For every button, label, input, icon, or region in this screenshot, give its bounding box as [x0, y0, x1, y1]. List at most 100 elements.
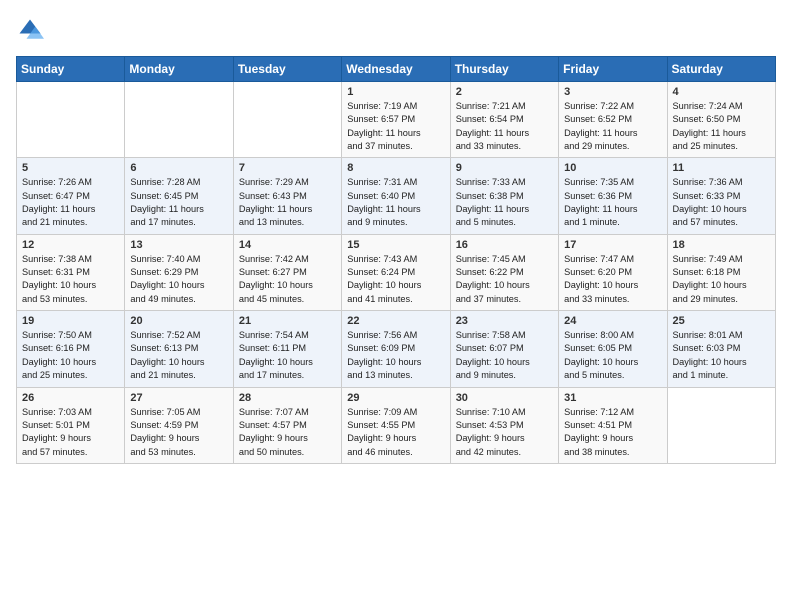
- day-number: 4: [673, 86, 770, 98]
- day-info: Sunrise: 7:19 AM Sunset: 6:57 PM Dayligh…: [347, 100, 444, 153]
- day-info: Sunrise: 7:26 AM Sunset: 6:47 PM Dayligh…: [22, 176, 119, 229]
- day-cell: 31 Sunrise: 7:12 AM Sunset: 4:51 PM Dayli…: [559, 387, 667, 463]
- weekday-header-wednesday: Wednesday: [342, 57, 450, 82]
- day-info: Sunrise: 7:35 AM Sunset: 6:36 PM Dayligh…: [564, 176, 661, 229]
- day-number: 11: [673, 162, 770, 174]
- day-info: Sunrise: 7:03 AM Sunset: 5:01 PM Dayligh…: [22, 406, 119, 459]
- day-info: Sunrise: 7:09 AM Sunset: 4:55 PM Dayligh…: [347, 406, 444, 459]
- day-cell: 23Sunrise: 7:58 AM Sunset: 6:07 PM Dayli…: [450, 311, 558, 387]
- day-info: Sunrise: 7:43 AM Sunset: 6:24 PM Dayligh…: [347, 253, 444, 306]
- day-cell: 6 Sunrise: 7:28 AM Sunset: 6:45 PM Daylig…: [125, 158, 233, 234]
- week-row-3: 12 Sunrise: 7:38 AM Sunset: 6:31 PM Dayli…: [17, 234, 776, 310]
- day-cell: 1 Sunrise: 7:19 AM Sunset: 6:57 PM Daylig…: [342, 82, 450, 158]
- day-number: 1: [347, 86, 444, 98]
- weekday-header-monday: Monday: [125, 57, 233, 82]
- day-cell: 20 Sunrise: 7:52 AM Sunset: 6:13 PM Dayli…: [125, 311, 233, 387]
- day-info: Sunrise: 7:42 AM Sunset: 6:27 PM Dayligh…: [239, 253, 336, 306]
- calendar-table: SundayMondayTuesdayWednesdayThursdayFrid…: [16, 56, 776, 464]
- day-cell: [17, 82, 125, 158]
- day-cell: 3 Sunrise: 7:22 AM Sunset: 6:52 PM Daylig…: [559, 82, 667, 158]
- day-cell: 8 Sunrise: 7:31 AM Sunset: 6:40 PM Daylig…: [342, 158, 450, 234]
- page-header: [16, 16, 776, 44]
- day-info: Sunrise: 7:33 AM Sunset: 6:38 PM Dayligh…: [456, 176, 553, 229]
- day-info: Sunrise: 7:49 AM Sunset: 6:18 PM Dayligh…: [673, 253, 770, 306]
- weekday-header-saturday: Saturday: [667, 57, 775, 82]
- day-info: Sunrise: 7:45 AM Sunset: 6:22 PM Dayligh…: [456, 253, 553, 306]
- day-number: 5: [22, 162, 119, 174]
- day-info: Sunrise: 7:31 AM Sunset: 6:40 PM Dayligh…: [347, 176, 444, 229]
- day-cell: [125, 82, 233, 158]
- day-info: Sunrise: 7:10 AM Sunset: 4:53 PM Dayligh…: [456, 406, 553, 459]
- day-cell: [233, 82, 341, 158]
- day-info: Sunrise: 7:05 AM Sunset: 4:59 PM Dayligh…: [130, 406, 227, 459]
- day-cell: [667, 387, 775, 463]
- day-cell: 17Sunrise: 7:47 AM Sunset: 6:20 PM Dayli…: [559, 234, 667, 310]
- day-number: 27: [130, 392, 227, 404]
- logo: [16, 16, 48, 44]
- day-info: Sunrise: 8:01 AM Sunset: 6:03 PM Dayligh…: [673, 329, 770, 382]
- day-info: Sunrise: 7:07 AM Sunset: 4:57 PM Dayligh…: [239, 406, 336, 459]
- weekday-header-friday: Friday: [559, 57, 667, 82]
- day-cell: 21 Sunrise: 7:54 AM Sunset: 6:11 PM Dayli…: [233, 311, 341, 387]
- logo-icon: [16, 16, 44, 44]
- day-number: 17: [564, 239, 661, 251]
- day-cell: 14 Sunrise: 7:42 AM Sunset: 6:27 PM Dayli…: [233, 234, 341, 310]
- day-number: 10: [564, 162, 661, 174]
- day-number: 12: [22, 239, 119, 251]
- day-cell: 29 Sunrise: 7:09 AM Sunset: 4:55 PM Dayli…: [342, 387, 450, 463]
- day-info: Sunrise: 7:50 AM Sunset: 6:16 PM Dayligh…: [22, 329, 119, 382]
- day-number: 2: [456, 86, 553, 98]
- week-row-1: 1 Sunrise: 7:19 AM Sunset: 6:57 PM Daylig…: [17, 82, 776, 158]
- day-cell: 13Sunrise: 7:40 AM Sunset: 6:29 PM Dayli…: [125, 234, 233, 310]
- day-cell: 4 Sunrise: 7:24 AM Sunset: 6:50 PM Daylig…: [667, 82, 775, 158]
- day-cell: 28 Sunrise: 7:07 AM Sunset: 4:57 PM Dayli…: [233, 387, 341, 463]
- day-cell: 5 Sunrise: 7:26 AM Sunset: 6:47 PM Daylig…: [17, 158, 125, 234]
- day-cell: 18 Sunrise: 7:49 AM Sunset: 6:18 PM Dayli…: [667, 234, 775, 310]
- day-number: 8: [347, 162, 444, 174]
- day-number: 6: [130, 162, 227, 174]
- day-number: 15: [347, 239, 444, 251]
- day-info: Sunrise: 7:54 AM Sunset: 6:11 PM Dayligh…: [239, 329, 336, 382]
- day-number: 3: [564, 86, 661, 98]
- day-info: Sunrise: 7:56 AM Sunset: 6:09 PM Dayligh…: [347, 329, 444, 382]
- day-cell: 9 Sunrise: 7:33 AM Sunset: 6:38 PM Daylig…: [450, 158, 558, 234]
- day-number: 21: [239, 315, 336, 327]
- day-number: 18: [673, 239, 770, 251]
- day-number: 20: [130, 315, 227, 327]
- day-cell: 10 Sunrise: 7:35 AM Sunset: 6:36 PM Dayli…: [559, 158, 667, 234]
- day-cell: 11 Sunrise: 7:36 AM Sunset: 6:33 PM Dayli…: [667, 158, 775, 234]
- day-info: Sunrise: 7:38 AM Sunset: 6:31 PM Dayligh…: [22, 253, 119, 306]
- day-cell: 27 Sunrise: 7:05 AM Sunset: 4:59 PM Dayli…: [125, 387, 233, 463]
- day-number: 9: [456, 162, 553, 174]
- day-cell: 15 Sunrise: 7:43 AM Sunset: 6:24 PM Dayli…: [342, 234, 450, 310]
- day-number: 26: [22, 392, 119, 404]
- day-number: 24: [564, 315, 661, 327]
- day-cell: 16Sunrise: 7:45 AM Sunset: 6:22 PM Dayli…: [450, 234, 558, 310]
- day-number: 31: [564, 392, 661, 404]
- weekday-header-row: SundayMondayTuesdayWednesdayThursdayFrid…: [17, 57, 776, 82]
- day-cell: 25 Sunrise: 8:01 AM Sunset: 6:03 PM Dayli…: [667, 311, 775, 387]
- day-info: Sunrise: 7:12 AM Sunset: 4:51 PM Dayligh…: [564, 406, 661, 459]
- day-number: 25: [673, 315, 770, 327]
- weekday-header-tuesday: Tuesday: [233, 57, 341, 82]
- day-cell: 19Sunrise: 7:50 AM Sunset: 6:16 PM Dayli…: [17, 311, 125, 387]
- day-cell: 30Sunrise: 7:10 AM Sunset: 4:53 PM Dayli…: [450, 387, 558, 463]
- day-info: Sunrise: 7:24 AM Sunset: 6:50 PM Dayligh…: [673, 100, 770, 153]
- day-cell: 22 Sunrise: 7:56 AM Sunset: 6:09 PM Dayli…: [342, 311, 450, 387]
- day-info: Sunrise: 7:52 AM Sunset: 6:13 PM Dayligh…: [130, 329, 227, 382]
- weekday-header-sunday: Sunday: [17, 57, 125, 82]
- day-cell: 12 Sunrise: 7:38 AM Sunset: 6:31 PM Dayli…: [17, 234, 125, 310]
- day-info: Sunrise: 7:58 AM Sunset: 6:07 PM Dayligh…: [456, 329, 553, 382]
- day-cell: 24Sunrise: 8:00 AM Sunset: 6:05 PM Dayli…: [559, 311, 667, 387]
- day-info: Sunrise: 7:28 AM Sunset: 6:45 PM Dayligh…: [130, 176, 227, 229]
- day-info: Sunrise: 7:36 AM Sunset: 6:33 PM Dayligh…: [673, 176, 770, 229]
- day-info: Sunrise: 7:22 AM Sunset: 6:52 PM Dayligh…: [564, 100, 661, 153]
- day-cell: 2 Sunrise: 7:21 AM Sunset: 6:54 PM Daylig…: [450, 82, 558, 158]
- day-number: 28: [239, 392, 336, 404]
- day-number: 29: [347, 392, 444, 404]
- weekday-header-thursday: Thursday: [450, 57, 558, 82]
- day-number: 7: [239, 162, 336, 174]
- day-number: 22: [347, 315, 444, 327]
- day-number: 14: [239, 239, 336, 251]
- day-info: Sunrise: 7:21 AM Sunset: 6:54 PM Dayligh…: [456, 100, 553, 153]
